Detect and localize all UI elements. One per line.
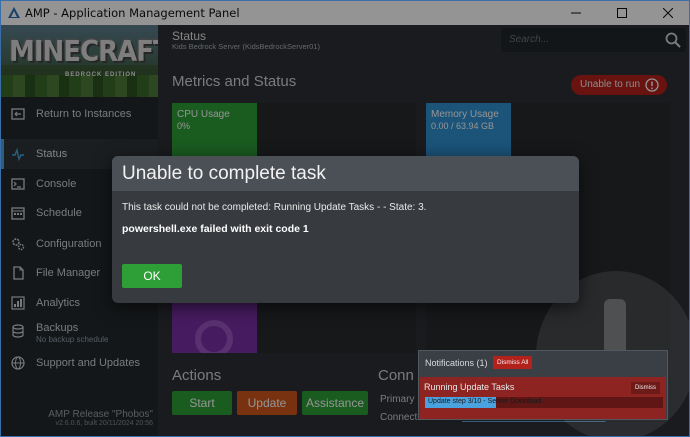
ok-button[interactable]: OK	[122, 264, 182, 288]
amp-window: AMP - Application Management Panel MINEC…	[0, 0, 690, 437]
notifications-panel: Notifications (1) Dismiss All Running Up…	[418, 350, 668, 420]
update-progress-text: Update step 3/10 - Server Download	[428, 398, 542, 405]
notification-item: Running Update Tasks Dismiss Update step…	[420, 377, 666, 419]
notification-title: Running Update Tasks	[424, 382, 515, 392]
dismiss-all-button[interactable]: Dismiss All	[493, 356, 533, 369]
update-progress-bar: Update step 3/10 - Server Download	[425, 397, 663, 408]
dialog-error-detail: powershell.exe failed with exit code 1	[122, 223, 309, 235]
dialog-message: This task could not be completed: Runnin…	[122, 202, 427, 213]
notifications-header: Notifications (1)	[425, 358, 488, 368]
dialog-title: Unable to complete task	[122, 163, 326, 184]
error-dialog: Unable to complete task This task could …	[112, 156, 579, 303]
dialog-header: Unable to complete task	[112, 156, 579, 191]
dismiss-button[interactable]: Dismiss	[631, 382, 660, 394]
